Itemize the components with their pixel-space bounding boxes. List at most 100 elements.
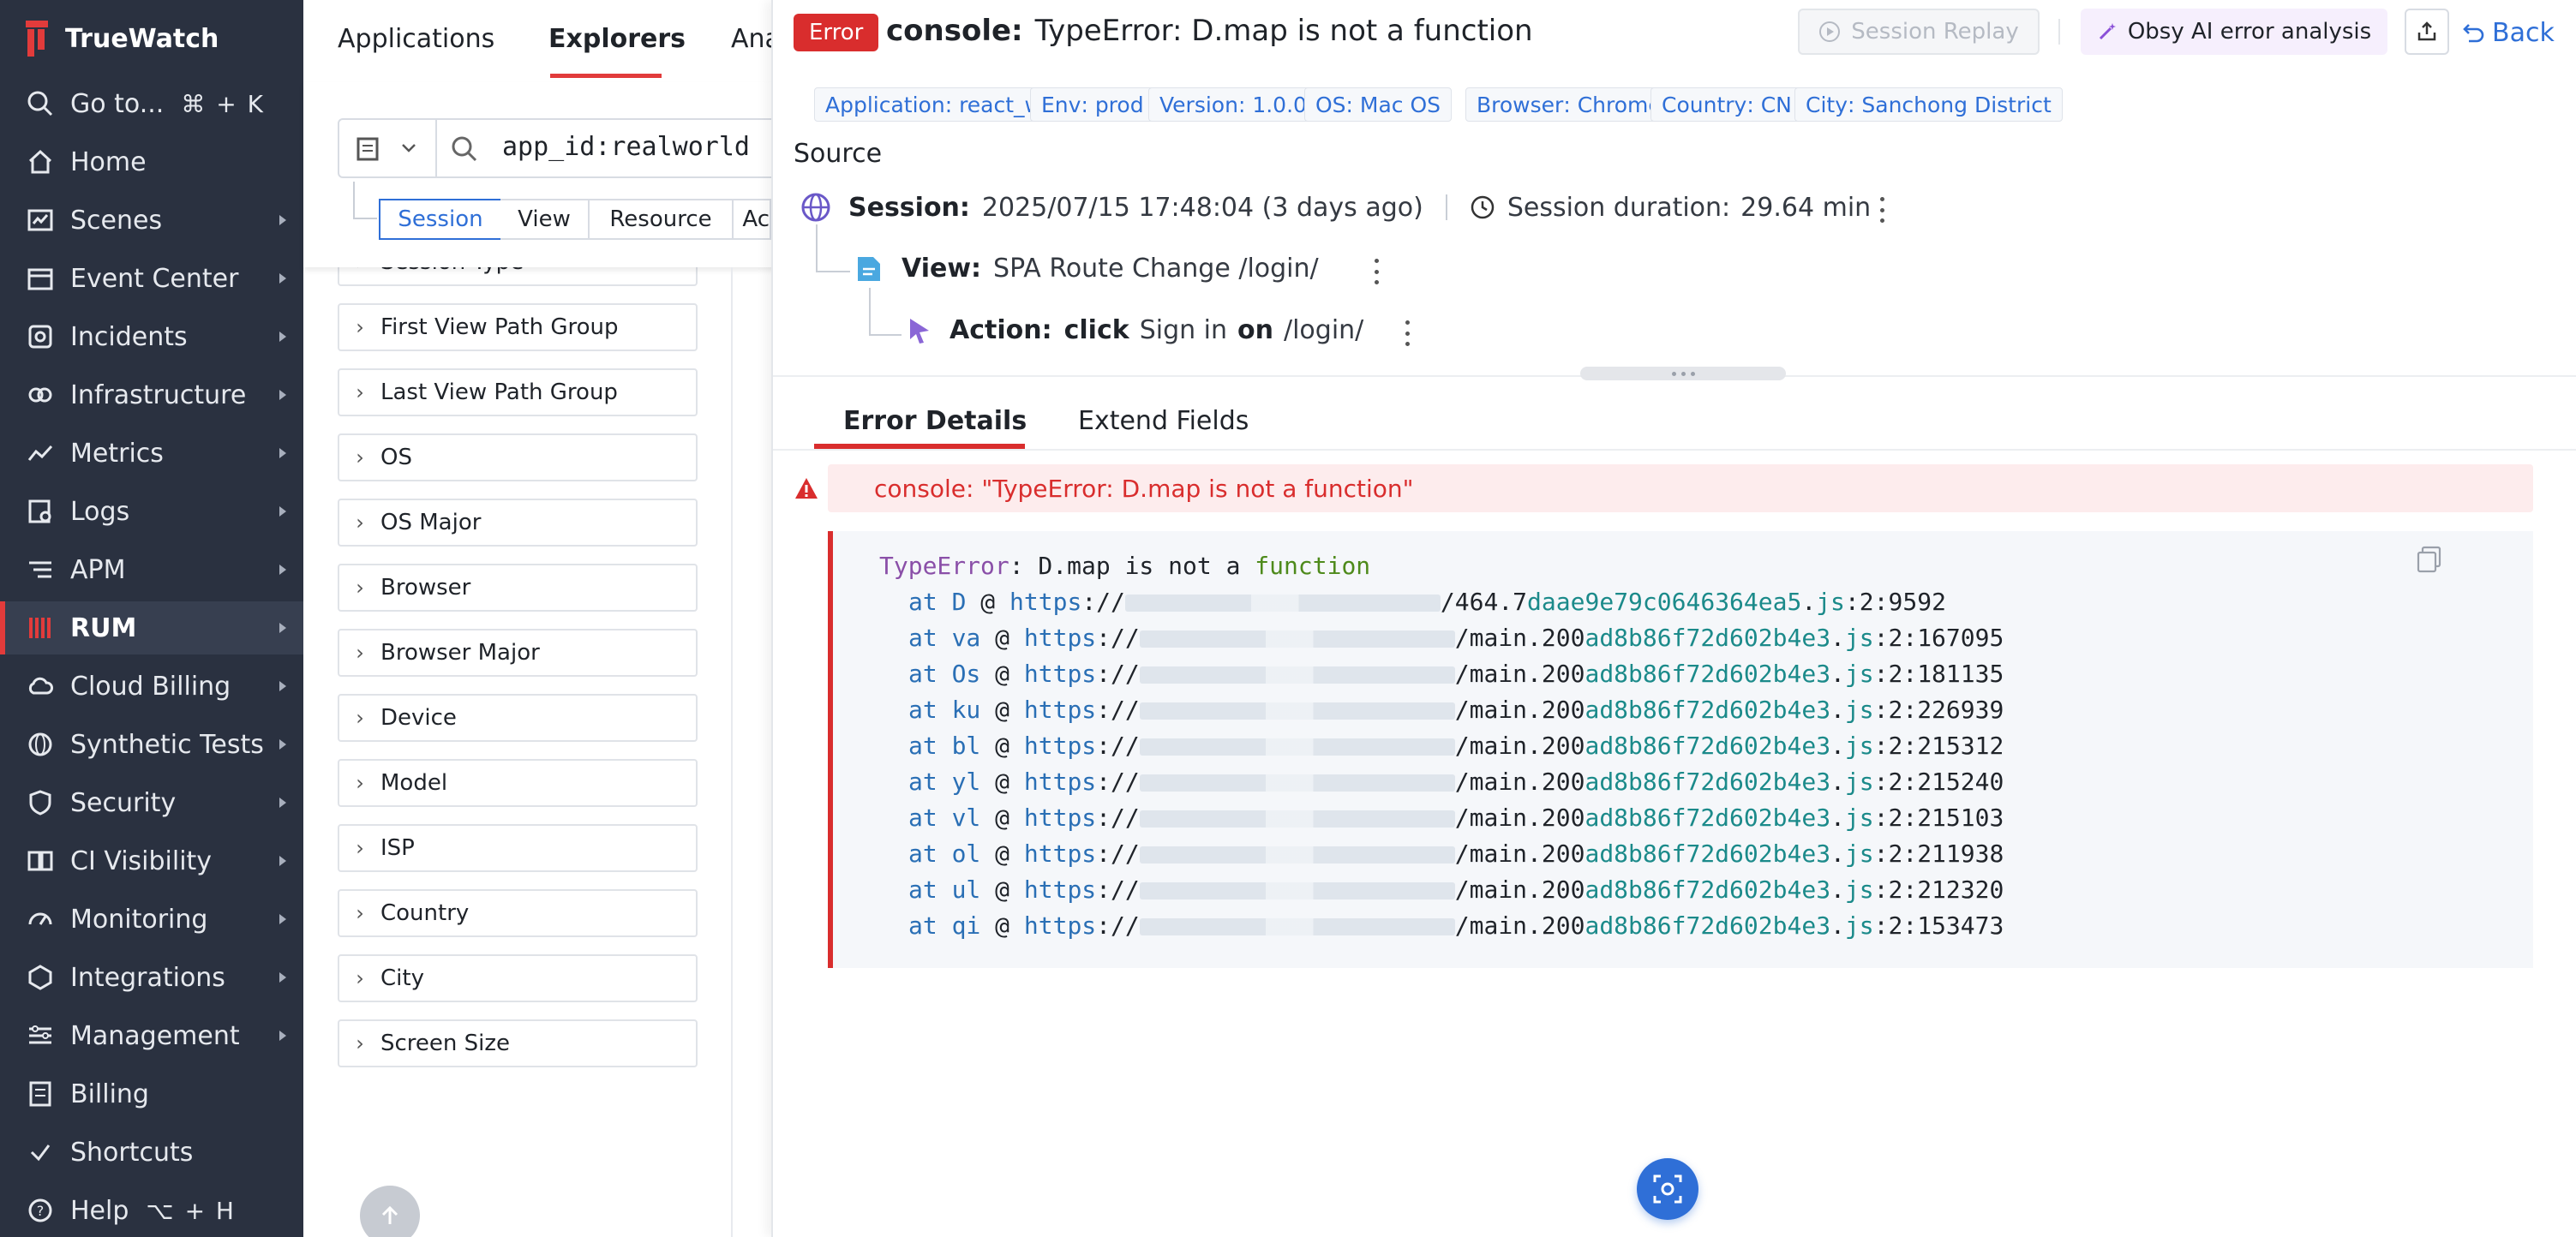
frame-position: :2:167095 xyxy=(1873,624,2004,652)
frame-at: at xyxy=(908,804,938,832)
cursor-icon xyxy=(910,318,929,344)
obsy-ai-analysis-button[interactable]: Obsy AI error analysis xyxy=(2081,9,2387,55)
segment-view[interactable]: View xyxy=(500,199,590,240)
query-bar[interactable]: app_id:realworld xyxy=(338,118,818,178)
chevron-right-icon xyxy=(279,448,286,458)
sidebar-item-event-center[interactable]: Event Center xyxy=(0,252,303,305)
frame-hash: ad8b86f72d602b4e3 xyxy=(1585,696,1831,724)
session-more-icon[interactable] xyxy=(1878,197,1885,223)
facet-city[interactable]: › City xyxy=(338,954,698,1002)
sidebar-item-ci-visibility[interactable]: CI Visibility xyxy=(0,834,303,887)
query-type-selector[interactable] xyxy=(339,120,437,176)
sidebar-item-help[interactable]: ? Help ⌥ + H xyxy=(0,1184,303,1237)
facet-country[interactable]: › Country xyxy=(338,889,698,937)
tab-error-details[interactable]: Error Details xyxy=(843,406,1027,436)
tag-version[interactable]: Version: 1.0.0 xyxy=(1148,87,1318,122)
goto-shortcut: ⌘ + K xyxy=(181,89,265,118)
sidebar-item-rum[interactable]: RUM xyxy=(0,601,303,654)
facet-browser[interactable]: › Browser xyxy=(338,564,698,612)
sidebar-item-metrics[interactable]: Metrics xyxy=(0,427,303,480)
copy-icon[interactable] xyxy=(2415,545,2444,574)
sidebar-item-goto[interactable]: Go to... ⌘ + K xyxy=(0,77,303,130)
frame-position: :2:215312 xyxy=(1873,732,2004,760)
redacted-host xyxy=(1139,774,1455,792)
facet-label: Device xyxy=(380,705,457,731)
frame-position: :2:9592 xyxy=(1844,588,1946,616)
facet-browser-major[interactable]: › Browser Major xyxy=(338,629,698,677)
tag-browser[interactable]: Browser: Chrome xyxy=(1465,87,1673,122)
facet-label: Browser xyxy=(380,575,471,601)
sidebar-item-cloud-billing[interactable]: Cloud Billing xyxy=(0,660,303,713)
sidebar-item-integrations[interactable]: Integrations xyxy=(0,951,303,1004)
tab-applications[interactable]: Applications xyxy=(338,24,494,54)
query-input[interactable]: app_id:realworld xyxy=(502,132,750,162)
segment-session[interactable]: Session xyxy=(379,199,502,240)
sidebar-item-management[interactable]: Management xyxy=(0,1009,303,1062)
sidebar-item-incidents[interactable]: Incidents xyxy=(0,310,303,363)
sidebar-item-security[interactable]: Security xyxy=(0,776,303,829)
facet-device[interactable]: › Device xyxy=(338,694,698,742)
tab-explorers[interactable]: Explorers xyxy=(548,24,686,54)
session-replay-button[interactable]: Session Replay xyxy=(1798,9,2040,55)
facet-last-view-path-group[interactable]: › Last View Path Group xyxy=(338,368,698,416)
action-more-icon[interactable] xyxy=(1404,320,1411,346)
view-row[interactable]: View: SPA Route Change /login/ xyxy=(855,254,1319,284)
sidebar-item-shortcuts[interactable]: Shortcuts xyxy=(0,1126,303,1179)
sidebar-item-scenes[interactable]: Scenes xyxy=(0,194,303,247)
frame-at: at xyxy=(908,696,938,724)
segment-resource[interactable]: Resource xyxy=(590,199,734,240)
facet-screen-size[interactable]: › Screen Size xyxy=(338,1019,698,1067)
redacted-host xyxy=(1139,810,1455,828)
action-row[interactable]: Action: click Sign in on /login/ xyxy=(907,315,1363,345)
sidebar-item-home[interactable]: Home xyxy=(0,135,303,188)
frame-function: qi xyxy=(951,911,981,940)
resize-handle[interactable] xyxy=(1580,367,1786,380)
chevron-right-icon: › xyxy=(356,315,364,339)
active-tab-indicator xyxy=(814,444,1025,449)
tab-extend-fields[interactable]: Extend Fields xyxy=(1078,406,1249,436)
facet-label: Last View Path Group xyxy=(380,379,618,405)
facet-os-major[interactable]: › OS Major xyxy=(338,499,698,547)
redacted-host xyxy=(1139,882,1455,899)
facet-label: Model xyxy=(380,770,448,796)
active-tab-indicator xyxy=(550,74,662,78)
brand[interactable]: TrueWatch xyxy=(24,19,219,58)
frame-at: at xyxy=(908,911,938,940)
segment-action[interactable]: Ac xyxy=(734,199,771,240)
sidebar-item-apm[interactable]: APM xyxy=(0,543,303,596)
view-more-icon[interactable] xyxy=(1373,259,1380,284)
session-row[interactable]: Session: 2025/07/15 17:48:04 (3 days ago… xyxy=(800,192,1871,223)
screenshot-fab-button[interactable] xyxy=(1637,1158,1698,1220)
frame-protocol: https xyxy=(1023,911,1097,940)
facet-os[interactable]: › OS xyxy=(338,433,698,481)
frame-hash: ad8b86f72d602b4e3 xyxy=(1585,840,1831,868)
share-button[interactable] xyxy=(2405,9,2449,55)
arrow-up-icon xyxy=(381,1205,398,1224)
tag-country[interactable]: Country: CN xyxy=(1650,87,1803,122)
sidebar-item-logs[interactable]: Logs xyxy=(0,485,303,538)
facet-model[interactable]: › Model xyxy=(338,759,698,807)
sidebar-item-label: Integrations xyxy=(70,962,225,993)
tag-os[interactable]: OS: Mac OS xyxy=(1304,87,1453,122)
facet-isp[interactable]: › ISP xyxy=(338,824,698,872)
frame-position: :2:212320 xyxy=(1873,875,2004,904)
session-replay-label: Session Replay xyxy=(1851,19,2019,45)
error-title-key: console: xyxy=(886,14,1023,48)
sidebar-item-monitoring[interactable]: Monitoring xyxy=(0,893,303,946)
chevron-right-icon xyxy=(279,681,286,691)
sidebar-item-infrastructure[interactable]: Infrastructure xyxy=(0,368,303,421)
back-button[interactable]: Back xyxy=(2461,12,2555,53)
tag-env[interactable]: Env: prod xyxy=(1030,87,1155,122)
tag-value: Chrome xyxy=(1577,92,1662,117)
sidebar-item-synthetic-tests[interactable]: Synthetic Tests xyxy=(0,718,303,771)
frame-path: /main.200 xyxy=(1454,768,1585,796)
facet-label: Browser Major xyxy=(380,640,540,666)
chevron-right-icon xyxy=(279,914,286,924)
facet-first-view-path-group[interactable]: › First View Path Group xyxy=(338,303,698,351)
tag-key: City xyxy=(1806,92,1848,117)
management-icon xyxy=(24,1019,57,1052)
chevron-right-icon: › xyxy=(356,771,364,795)
sidebar-item-billing[interactable]: Billing xyxy=(0,1067,303,1120)
tag-city[interactable]: City: Sanchong District xyxy=(1794,87,2063,122)
back-label: Back xyxy=(2492,17,2555,48)
